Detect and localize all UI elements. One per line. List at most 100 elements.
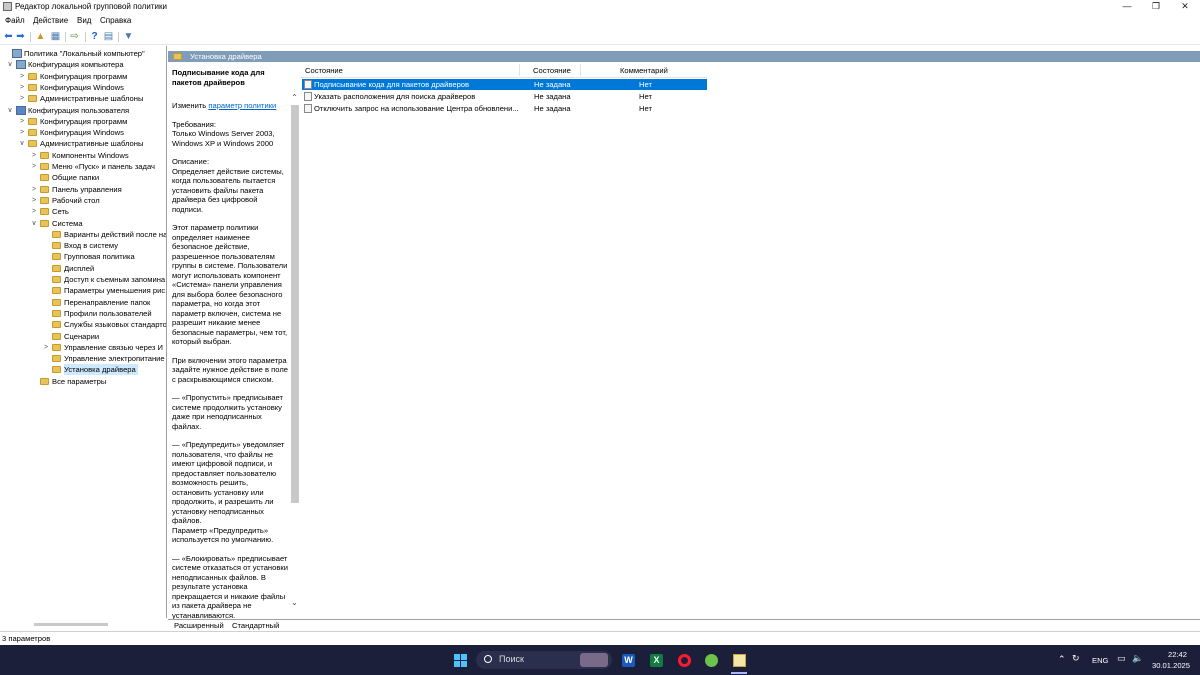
column-header-comment[interactable]: Комментарий [620,66,668,75]
column-header-setting[interactable]: Состояние [305,66,343,75]
tree-node[interactable]: Профили пользователей [0,308,166,319]
menu-action[interactable]: Действие [33,16,68,25]
tree-node[interactable]: Все параметры [0,376,166,387]
chevron-right-icon[interactable]: > [30,150,38,161]
start-icon[interactable] [454,654,467,667]
tab-extended[interactable]: Расширенный [174,621,224,630]
tree-node[interactable]: > Управление связью через И [0,342,166,353]
chevron-right-icon[interactable]: > [30,161,38,172]
tree-node[interactable]: ∨ Система [0,218,166,229]
opera-icon[interactable] [678,654,691,667]
scroll-down-icon[interactable]: ⌄ [290,598,299,607]
chevron-right-icon[interactable]: > [30,195,38,206]
tree-node[interactable]: > Конфигурация Windows [0,127,166,138]
show-tree-icon[interactable]: ▦ [50,31,61,42]
tree-node[interactable]: > Административные шаблоны [0,93,166,104]
chevron-right-icon[interactable]: > [42,342,50,353]
tree-node[interactable]: Общие папки [0,172,166,183]
folder-icon [52,355,61,363]
edit-policy-link[interactable]: параметр политики [208,101,276,110]
tree-horizontal-scrollbar[interactable] [34,623,108,626]
tree-node[interactable]: Дисплей [0,263,166,274]
tree-node-label: Рабочий стол [52,195,100,205]
volume-icon[interactable]: 🔈 [1132,653,1143,664]
clock-date[interactable]: 30.01.2025 [1152,661,1190,670]
chevron-right-icon[interactable]: > [30,206,38,217]
description-scroll-thumb[interactable] [291,105,299,503]
tree-node[interactable]: Параметры уменьшения рис [0,285,166,296]
tree-node[interactable]: Установка драйвера [0,364,166,376]
help-icon[interactable]: ? [89,31,100,42]
forward-icon[interactable]: ➡ [15,31,26,42]
description-paragraph: Этот параметр политики определяет наимен… [172,223,288,346]
tree-node-label: Конфигурация Windows [40,82,124,92]
tree-node[interactable]: Групповая политика [0,251,166,262]
folder-icon [28,72,37,80]
policy-row[interactable]: Отключить запрос на использование Центра… [302,103,707,114]
chevron-right-icon[interactable]: > [18,116,26,127]
back-icon[interactable]: ⬅ [3,31,14,42]
tree-node[interactable]: Варианты действий после на [0,229,166,240]
menu-help[interactable]: Справка [100,16,131,25]
policy-editor-taskbar-icon[interactable] [733,654,746,667]
tab-standard[interactable]: Стандартный [232,621,279,630]
tree-node[interactable]: Сценарии [0,331,166,342]
excel-icon[interactable]: X [650,654,663,667]
tree-node[interactable]: > Панель управления [0,184,166,195]
column-divider[interactable] [519,64,520,76]
close-button[interactable]: ✕ [1170,0,1200,14]
minimize-button[interactable]: — [1112,0,1142,14]
tree-node[interactable]: Доступ к съемным запомина [0,274,166,285]
maximize-button[interactable]: ❐ [1141,0,1171,14]
tree-node[interactable]: > Сеть [0,206,166,217]
scroll-up-icon[interactable]: ⌃ [290,93,299,102]
folder-icon [52,264,61,272]
clock-time[interactable]: 22:42 [1168,650,1187,659]
sync-icon[interactable]: ↻ [1072,653,1080,664]
chevron-right-icon[interactable]: > [18,82,26,93]
tree-node[interactable]: ∨ Административные шаблоны [0,138,166,149]
tree-node-label: Вход в систему [64,241,118,251]
folder-icon [28,83,37,91]
chevron-right-icon[interactable]: > [30,184,38,195]
tree-node-label: Система [52,218,83,228]
chevron-down-icon[interactable]: ∨ [18,138,26,149]
search-box[interactable]: Поиск [476,651,612,669]
policy-row[interactable]: Подписывание кода для пакетов драйверов Н… [302,79,707,90]
chevron-right-icon[interactable]: > [18,71,26,82]
tree-node[interactable]: > Компоненты Windows [0,150,166,161]
tree-node[interactable]: > Конфигурация программ [0,71,166,82]
tree-node[interactable]: Управление электропитание [0,353,166,364]
word-icon[interactable]: W [622,654,635,667]
network-icon[interactable]: ▭ [1117,653,1126,664]
policy-row[interactable]: Указать расположения для поиска драйверо… [302,91,707,102]
tree-node[interactable]: Перенаправление папок [0,297,166,308]
policy-state: Не задана [534,80,571,89]
chevron-down-icon[interactable]: ∨ [6,105,14,116]
chevron-down-icon[interactable]: ∨ [30,218,38,229]
chevron-up-icon[interactable]: ⌃ [1058,654,1066,665]
column-divider[interactable] [580,64,581,76]
tree-node[interactable]: > Конфигурация программ [0,116,166,127]
tree-node[interactable]: > Конфигурация Windows [0,82,166,93]
tree-node[interactable]: ∨ Конфигурация компьютера [0,59,166,70]
tree-node[interactable]: ∨ Конфигурация пользователя [0,105,166,116]
chevron-down-icon[interactable]: ∨ [6,59,14,70]
filter-icon[interactable]: ▼ [123,31,134,42]
chevron-right-icon[interactable]: > [18,93,26,104]
utorrent-icon[interactable] [705,654,718,667]
tree-node[interactable]: > Меню «Пуск» и панель задач [0,161,166,172]
tree-node-label: Доступ к съемным запомина [64,275,166,284]
menu-file[interactable]: Файл [5,16,25,25]
menu-view[interactable]: Вид [77,16,91,25]
tree-node[interactable]: Службы языковых стандарто [0,319,166,330]
export-icon[interactable]: ⇨ [69,31,80,42]
column-header-state[interactable]: Состояние [533,66,571,75]
tree-node[interactable]: > Рабочий стол [0,195,166,206]
tree-node[interactable]: Политика "Локальный компьютер" [0,48,166,59]
tree-node[interactable]: Вход в систему [0,240,166,251]
up-folder-icon[interactable]: ▲ [35,31,46,42]
chevron-right-icon[interactable]: > [18,127,26,138]
properties-icon[interactable]: ▤ [103,31,114,42]
language-indicator[interactable]: ENG [1092,656,1108,665]
